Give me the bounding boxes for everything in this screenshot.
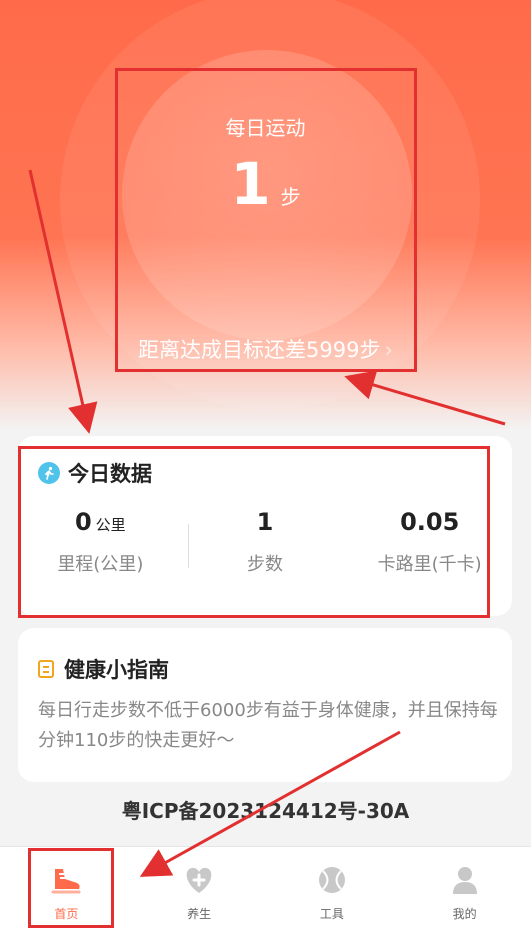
today-data-title-text: 今日数据 (68, 462, 152, 486)
stat-calories: 0.05 卡路里(千卡) (347, 504, 512, 594)
tab-home[interactable]: 首页 (0, 847, 133, 932)
health-guide-title: 健康小指南 (38, 654, 169, 684)
stat-calories-value: 0.05 (400, 508, 460, 536)
stat-distance-value: 0 (74, 508, 92, 536)
document-icon (38, 660, 54, 678)
chevron-right-icon: › (384, 338, 393, 362)
stat-steps-value: 1 (256, 508, 274, 536)
stats-row: 0 公里 里程(公里) 1 步数 0.05 卡路里(千卡) (18, 504, 512, 594)
stat-distance-label: 里程(公里) (57, 554, 144, 575)
health-guide-text: 每日行走步数不低于6000步有益于身体健康，并且保持每分钟110步的快走更好～ (38, 700, 498, 751)
tab-tools-label: 工具 (319, 907, 344, 921)
health-guide-card: 健康小指南 每日行走步数不低于6000步有益于身体健康，并且保持每分钟110步的… (18, 628, 512, 782)
tab-home-label: 首页 (54, 907, 79, 921)
health-guide-title-text: 健康小指南 (64, 658, 169, 682)
hero-banner: 每日运动 1步 距离达成目标还差5999步 › (0, 0, 531, 430)
runner-icon (38, 462, 60, 484)
stat-steps-label: 步数 (247, 554, 283, 575)
tab-tools[interactable]: 工具 (266, 847, 399, 932)
step-number: 1 (230, 150, 271, 218)
tab-health-label: 养生 (187, 907, 212, 921)
hero-step-count: 1步 (0, 150, 531, 218)
goal-text: 距离达成目标还差5999步 (138, 338, 381, 362)
stat-distance: 0 公里 里程(公里) (18, 504, 183, 594)
stat-divider (188, 524, 189, 568)
ball-icon (266, 863, 399, 897)
shoe-icon (0, 863, 133, 897)
tab-mine[interactable]: 我的 (398, 847, 531, 932)
icp-license[interactable]: 粤ICP备2023124412号-30A (0, 795, 531, 824)
today-data-title: 今日数据 (38, 458, 152, 488)
user-icon (398, 863, 531, 897)
bottom-tab-bar: 首页 养生 工具 我的 (0, 846, 531, 932)
heart-plus-icon (133, 863, 266, 897)
stat-steps: 1 步数 (183, 504, 348, 594)
tab-health[interactable]: 养生 (133, 847, 266, 932)
tab-mine-label: 我的 (452, 907, 477, 921)
today-data-card: 今日数据 0 公里 里程(公里) 1 步数 0.05 卡路里(千卡) (18, 436, 512, 616)
goal-link[interactable]: 距离达成目标还差5999步 › (0, 334, 531, 364)
stat-calories-label: 卡路里(千卡) (377, 554, 482, 575)
stat-distance-unit: 公里 (95, 516, 126, 534)
hero-title: 每日运动 (225, 116, 306, 140)
step-unit: 步 (280, 185, 301, 209)
